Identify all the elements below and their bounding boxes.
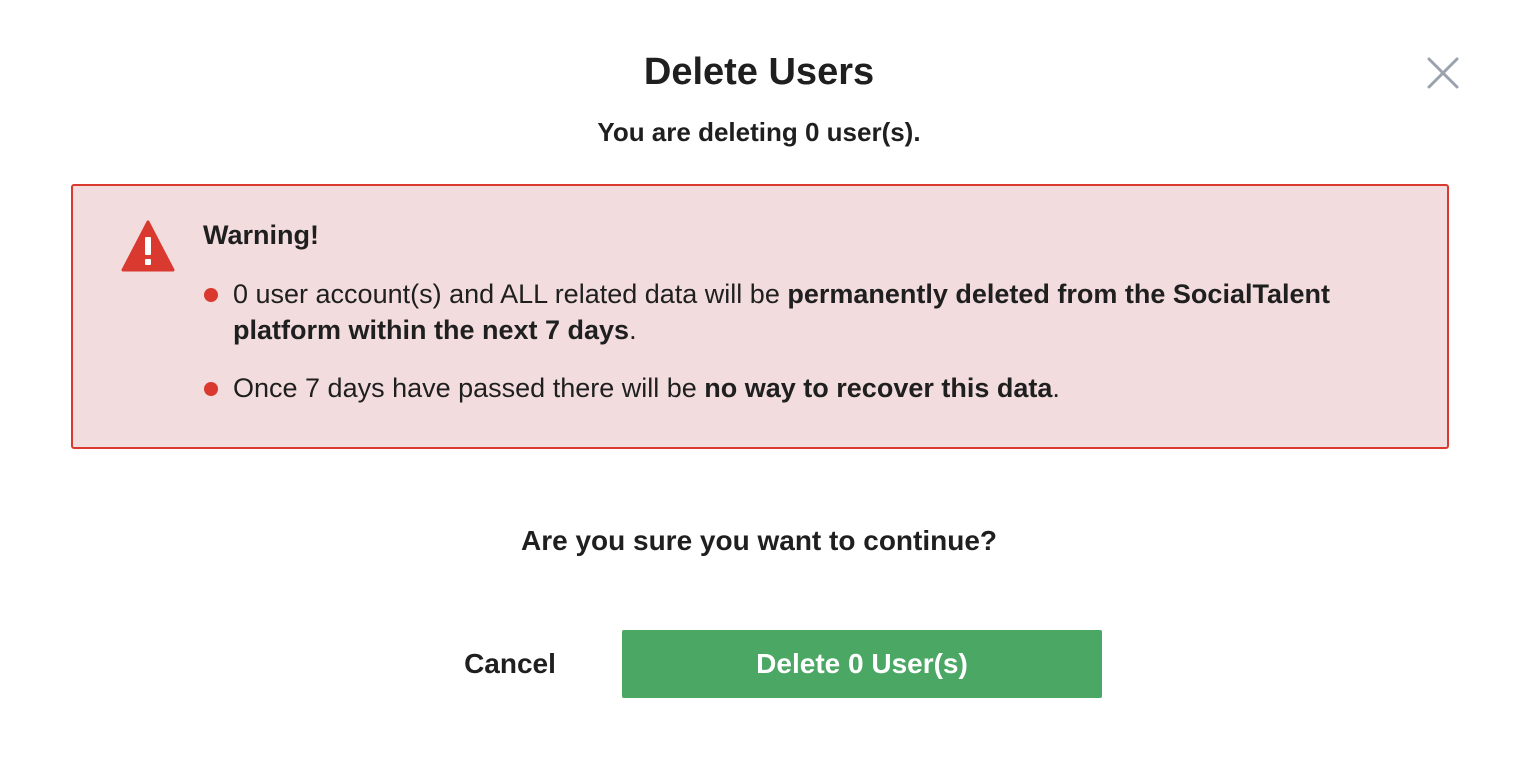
dialog-title: Delete Users bbox=[643, 51, 875, 93]
warning-item-emphasis: no way to recover this data bbox=[704, 373, 1053, 403]
dialog-subtitle: You are deleting 0 user(s). bbox=[597, 117, 921, 147]
warning-item: 0 user account(s) and ALL related data w… bbox=[203, 276, 1353, 348]
warning-item-text: 0 user account(s) and ALL related data w… bbox=[233, 279, 788, 309]
cancel-button[interactable]: Cancel bbox=[440, 630, 580, 698]
bullet-icon bbox=[204, 382, 218, 396]
warning-item: Once 7 days have passed there will be no… bbox=[203, 370, 1353, 406]
bullet-icon bbox=[204, 288, 218, 302]
warning-item-text: Once 7 days have passed there will be bbox=[233, 373, 705, 403]
delete-users-button[interactable]: Delete 0 User(s) bbox=[622, 630, 1102, 698]
warning-list: 0 user account(s) and ALL related data w… bbox=[203, 276, 1353, 428]
warning-heading: Warning! bbox=[203, 220, 319, 250]
confirm-question: Are you sure you want to continue? bbox=[520, 525, 998, 556]
delete-users-dialog: Delete Users You are deleting 0 user(s).… bbox=[0, 0, 1518, 772]
warning-item-end: . bbox=[629, 315, 637, 345]
warning-box: Warning! 0 user account(s) and ALL relat… bbox=[71, 184, 1449, 449]
warning-item-end: . bbox=[1052, 373, 1060, 403]
warning-triangle-icon bbox=[121, 220, 175, 272]
close-button[interactable] bbox=[1424, 54, 1462, 92]
close-icon bbox=[1427, 57, 1459, 89]
